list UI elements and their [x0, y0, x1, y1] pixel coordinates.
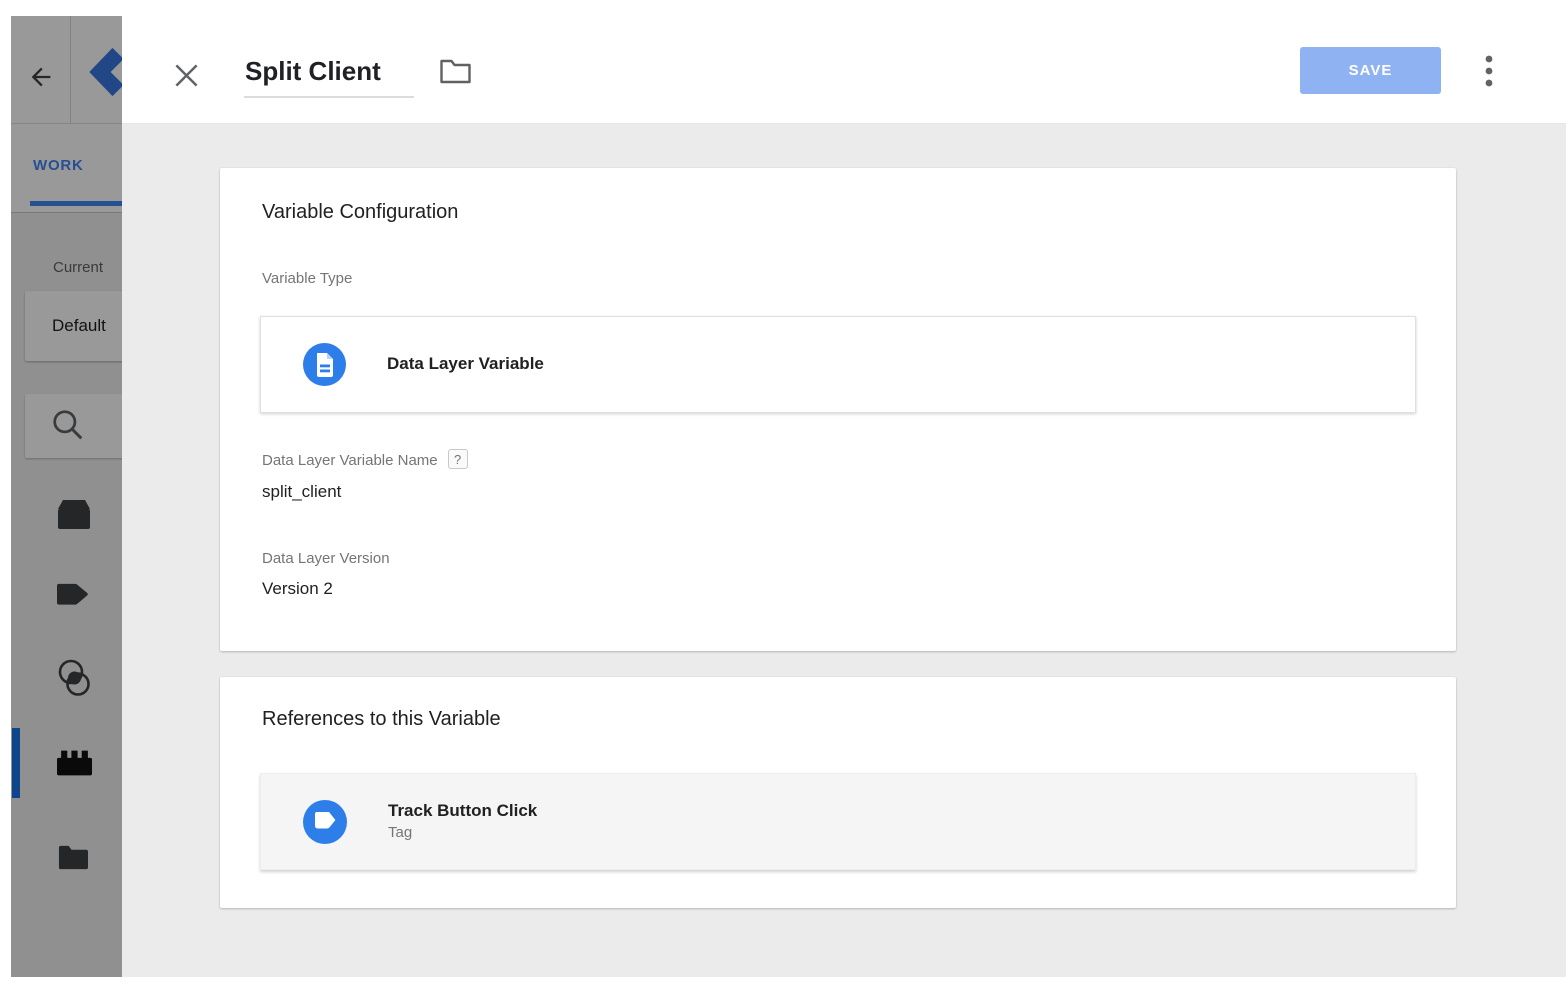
underlying-workspace: WORK Current Default: [11, 16, 122, 977]
variable-editor-panel: Split Client SAVE Variable Configuration…: [122, 16, 1566, 977]
variable-type-name: Data Layer Variable: [387, 353, 544, 376]
help-icon[interactable]: ?: [448, 449, 468, 469]
variable-configuration-card: Variable Configuration Variable Type Dat…: [220, 168, 1456, 651]
data-layer-variable-icon: [303, 343, 346, 386]
references-title: References to this Variable: [262, 708, 501, 731]
more-options-icon[interactable]: [1484, 55, 1494, 87]
modal-scrim: [11, 16, 122, 977]
editor-body: Variable Configuration Variable Type Dat…: [122, 124, 1566, 977]
dlv-name-value: split_client: [262, 482, 341, 502]
editor-header: Split Client SAVE: [122, 16, 1566, 124]
dlv-version-label: Data Layer Version: [262, 550, 390, 567]
references-card: References to this Variable Track Button…: [220, 677, 1456, 908]
card-title: Variable Configuration: [262, 201, 458, 224]
dlv-version-value: Version 2: [262, 579, 333, 599]
reference-title: Track Button Click: [388, 800, 537, 823]
reference-row-text: Track Button Click Tag: [388, 800, 537, 843]
close-icon[interactable]: [173, 62, 200, 89]
folder-icon[interactable]: [439, 58, 472, 85]
variable-type-label: Variable Type: [262, 270, 352, 287]
app-window: WORK Current Default S: [0, 0, 1566, 990]
reference-type: Tag: [388, 823, 537, 843]
dlv-name-label: Data Layer Variable Name?: [262, 451, 468, 471]
tag-icon: [303, 800, 347, 844]
variable-type-row[interactable]: Data Layer Variable: [260, 316, 1416, 413]
variable-name-input[interactable]: Split Client: [244, 56, 414, 98]
save-button[interactable]: SAVE: [1300, 47, 1441, 94]
reference-row[interactable]: Track Button Click Tag: [260, 773, 1416, 870]
